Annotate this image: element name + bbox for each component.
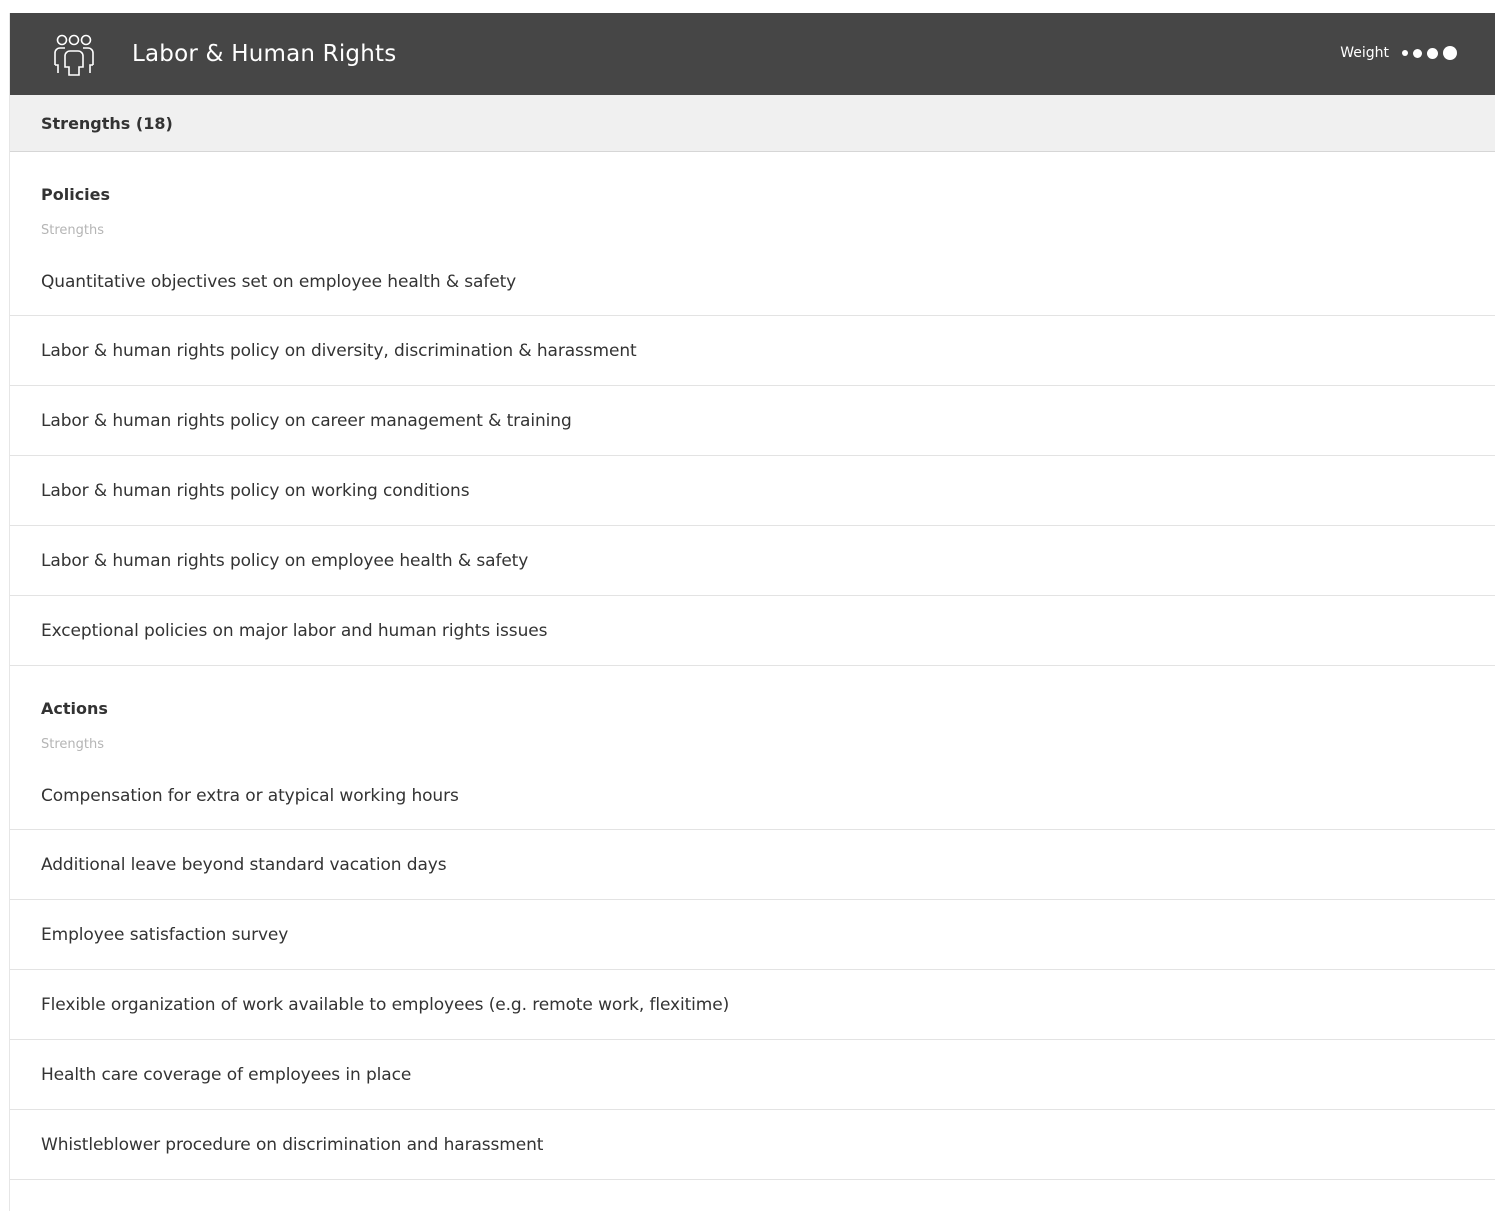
- weight-dot: [1413, 48, 1422, 58]
- list-item: Labor & human rights policy on working c…: [10, 456, 1495, 526]
- list-item: Whistleblower procedure on discriminatio…: [10, 1110, 1495, 1180]
- weight-dot: [1443, 46, 1457, 60]
- section-subtitle: Strengths: [41, 223, 105, 238]
- section-title: Actions: [41, 699, 108, 718]
- weight-dot: [1427, 47, 1438, 59]
- list-item: Labor & human rights policy on diversity…: [10, 316, 1495, 386]
- list-item: Health care coverage of employees in pla…: [10, 1040, 1495, 1110]
- strengths-count-header[interactable]: Strengths (18): [10, 95, 1495, 152]
- list-item: Labor & human rights policy on career ma…: [10, 386, 1495, 456]
- section-actions: Actions Strengths Compensation for extra…: [10, 666, 1495, 1180]
- list-item: Additional leave beyond standard vacatio…: [10, 830, 1495, 900]
- list-item: Employee satisfaction survey: [10, 900, 1495, 970]
- weight-indicator: Weight: [1340, 44, 1457, 62]
- section-policies: Policies Strengths Quantitative objectiv…: [10, 152, 1495, 666]
- people-group-icon: [54, 34, 94, 76]
- weight-dot: [1402, 50, 1408, 56]
- list-item: Quantitative objectives set on employee …: [10, 248, 1495, 316]
- criteria-panel: Labor & Human Rights Weight Strengths (1…: [9, 13, 1495, 1211]
- panel-header: Labor & Human Rights Weight: [10, 13, 1495, 95]
- list-item: Labor & human rights policy on employee …: [10, 526, 1495, 596]
- weight-label: Weight: [1340, 45, 1389, 61]
- list-item: Compensation for extra or atypical worki…: [10, 762, 1495, 830]
- section-subtitle: Strengths: [41, 737, 105, 752]
- list-item: Exceptional policies on major labor and …: [10, 596, 1495, 666]
- panel-title: Labor & Human Rights: [132, 41, 397, 67]
- list-item: Flexible organization of work available …: [10, 970, 1495, 1040]
- section-title: Policies: [41, 185, 111, 204]
